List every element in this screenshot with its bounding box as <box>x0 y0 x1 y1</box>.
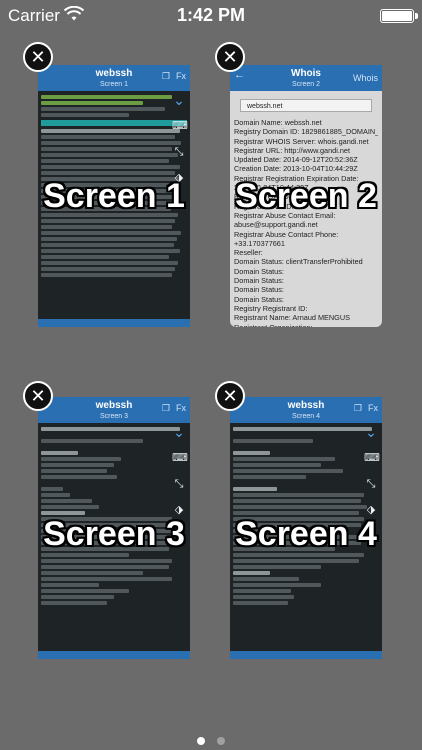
whois-line: Domain Status: <box>234 285 284 295</box>
page-dot[interactable] <box>217 737 226 745</box>
keyboard-icon[interactable]: ⌨ <box>172 451 188 465</box>
chevron-down-icon[interactable]: ⌄ <box>172 93 186 107</box>
screen-label: Screen 2 <box>235 177 377 215</box>
screen-card-2[interactable]: ← Whois Screen 2 Whois webssh.net Domain… <box>230 65 382 327</box>
status-bar: Carrier 1:42 PM <box>0 0 422 32</box>
whois-line: Domain Status: <box>234 276 284 286</box>
card-header: webssh Screen 1 ❐ Fx <box>38 65 190 91</box>
card-header: webssh Screen 3 ❐ Fx <box>38 397 190 423</box>
whois-line: Creation Date: 2013-10-04T10:44:29Z <box>234 164 358 174</box>
close-screen-4-button[interactable]: ✕ <box>215 381 245 411</box>
screen-card-3[interactable]: webssh Screen 3 ❐ Fx ⌄ ⌨ ⤡ ⬗ Screen 3 <box>38 397 190 659</box>
whois-lines: Domain Name: webssh.net Registry Domain I… <box>234 118 378 327</box>
keyboard-icon[interactable]: ⌨ <box>172 119 188 133</box>
chevron-down-icon[interactable]: ⌄ <box>172 425 186 439</box>
clock: 1:42 PM <box>176 5 246 25</box>
whois-line: Updated Date: 2014-09-12T20:52:36Z <box>234 155 358 165</box>
copy-icon: ❐ <box>161 71 170 81</box>
whois-line: Registrar URL: http://www.gandi.net <box>234 145 350 155</box>
copy-icon: ❐ <box>353 403 362 413</box>
whois-line: Domain Status: <box>234 266 284 276</box>
screen-label: Screen 3 <box>43 515 185 553</box>
expand-icon[interactable]: ⤡ <box>364 477 378 491</box>
screen-label: Screen 1 <box>43 177 185 215</box>
page-dot[interactable] <box>196 737 205 745</box>
battery-icon <box>380 9 418 23</box>
expand-icon[interactable]: ⤡ <box>172 145 186 159</box>
terminal-status-bar <box>230 651 382 659</box>
side-toolbar: ⌄ ⌨ ⤡ ⬗ <box>172 425 188 529</box>
whois-line: Domain Status: clientTransferProhibited <box>234 257 363 267</box>
page-indicator[interactable] <box>0 732 422 750</box>
copy-icon: ❐ <box>161 403 170 413</box>
side-toolbar: ⌄ ⌨ ⤡ ⬗ <box>364 425 380 529</box>
whois-button[interactable]: Whois <box>353 73 378 83</box>
screen-card-1[interactable]: webssh Screen 1 ❐ Fx ⌄ ⌨ ⤡ ⬗ Screen 1 <box>38 65 190 327</box>
screen-card-4[interactable]: webssh Screen 4 ❐ Fx ⌄ ⌨ ⤡ ⬗ Screen 4 <box>230 397 382 659</box>
close-screen-3-button[interactable]: ✕ <box>23 381 53 411</box>
fx-icon: Fx <box>176 403 186 413</box>
card-header: ← Whois Screen 2 Whois <box>230 65 382 91</box>
whois-line: Registrant Organization: <box>234 323 378 327</box>
terminal-status-bar <box>38 319 190 327</box>
expand-icon[interactable]: ⤡ <box>172 477 186 491</box>
whois-line: Registrar Abuse Contact Phone: <box>234 229 339 239</box>
close-screen-1-button[interactable]: ✕ <box>23 42 53 72</box>
keyboard-icon[interactable]: ⌨ <box>364 451 380 465</box>
fx-icon: Fx <box>368 403 378 413</box>
whois-line: Reseller: <box>234 248 263 258</box>
whois-line: Domain Name: webssh.net <box>234 118 322 127</box>
whois-line: +33.170377661 <box>234 238 285 248</box>
whois-line: Domain Status: <box>234 294 284 304</box>
whois-line: Registry Registrant ID: <box>234 303 308 313</box>
close-screen-2-button[interactable]: ✕ <box>215 42 245 72</box>
whois-line: Registrant Name: Arnaud MENGUS <box>234 313 350 323</box>
terminal-status-bar <box>38 651 190 659</box>
whois-line: Registry Domain ID: 1829861885_DOMAIN_NE… <box>234 127 378 137</box>
chevron-down-icon[interactable]: ⌄ <box>364 425 378 439</box>
card-header: webssh Screen 4 ❐ Fx <box>230 397 382 423</box>
whois-line: Registrar WHOIS Server: whois.gandi.net <box>234 136 369 146</box>
whois-query-field[interactable]: webssh.net <box>240 99 372 112</box>
fx-icon: Fx <box>176 71 186 81</box>
screen-label: Screen 4 <box>235 515 377 553</box>
whois-line: abuse@support.gandi.net <box>234 220 318 230</box>
